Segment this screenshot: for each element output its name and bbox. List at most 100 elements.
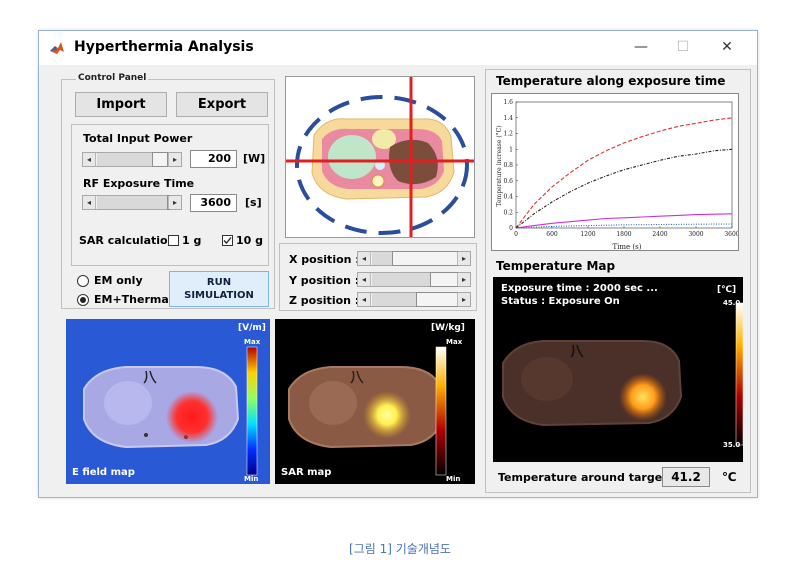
- y-tick-label: 1: [509, 146, 513, 153]
- chart-xlabel: Time (s): [613, 243, 642, 251]
- sar-min-label: Min: [446, 475, 461, 483]
- exposure-time-status: Exposure time : 2000 sec ...: [501, 283, 658, 294]
- x-position-label: X position :: [289, 253, 360, 266]
- slider-thumb[interactable]: [430, 272, 458, 287]
- minimize-icon[interactable]: —: [629, 37, 653, 57]
- slider-track: [372, 273, 430, 286]
- control-panel-label: Control Panel: [76, 73, 149, 83]
- chart-ylabel: Temperature increase (°C): [496, 125, 503, 206]
- em-thermal-label: EM+Thermal: [94, 293, 173, 306]
- series-line-1: [515, 117, 733, 229]
- slider-thumb[interactable]: [152, 152, 168, 167]
- rf-exposure-time-label: RF Exposure Time: [83, 177, 195, 190]
- y-tick-label: 1.2: [503, 131, 513, 138]
- efield-map[interactable]: [V/m] Max Min E field map: [66, 319, 270, 484]
- em-only-label: EM only: [94, 274, 143, 287]
- z-position-label: Z position :: [289, 294, 360, 307]
- slider-thumb[interactable]: [416, 292, 458, 307]
- temperature-chart-svg: 0 600 1200 1800 2400 3000 3600 0 0.2 0.4 0.6 0.8 1 1.…: [496, 99, 739, 251]
- y-tick-label: 0.8: [503, 162, 513, 169]
- slider-thumb[interactable]: [392, 251, 458, 266]
- x-tick-label: 1800: [616, 231, 631, 238]
- anatomy-cross-section: [286, 77, 474, 237]
- slider-right-arrow-icon[interactable]: ▸: [457, 273, 470, 286]
- x-position-slider[interactable]: ◂ ▸: [357, 251, 471, 266]
- temperature-min-label: 35.0: [723, 441, 741, 449]
- sar-10g-label: 10 g: [236, 234, 264, 247]
- simulation-label: SIMULATION: [184, 290, 254, 301]
- slider-track: [372, 293, 416, 306]
- x-tick-label: 3600: [724, 231, 739, 238]
- y-position-slider[interactable]: ◂ ▸: [357, 272, 471, 287]
- slider-left-arrow-icon[interactable]: ◂: [358, 273, 371, 286]
- efield-min-label: Min: [244, 475, 259, 483]
- efield-max-label: Max: [244, 338, 261, 346]
- target-temperature-unit: ℃: [722, 470, 737, 484]
- x-tick-label: 600: [546, 231, 558, 238]
- slider-right-arrow-icon[interactable]: ▸: [457, 293, 470, 306]
- slider-right-arrow-icon[interactable]: ▸: [168, 196, 181, 209]
- exposure-time-unit: [s]: [245, 196, 262, 209]
- cross-section-view[interactable]: [285, 76, 475, 238]
- temperature-chart: 0 600 1200 1800 2400 3000 3600 0 0.2 0.4 0.6 0.8 1 1.…: [491, 93, 739, 251]
- temperature-chart-title: Temperature along exposure time: [496, 74, 726, 88]
- sar-max-label: Max: [446, 338, 463, 346]
- em-thermal-radio[interactable]: [77, 294, 89, 306]
- slider-right-arrow-icon[interactable]: ▸: [168, 153, 181, 166]
- title-bar: Hyperthermia Analysis — ☐ ✕: [39, 31, 757, 65]
- exposure-time-slider[interactable]: ◂ ▸: [82, 195, 182, 210]
- import-button[interactable]: Import: [75, 92, 167, 117]
- y-tick-label: 1.6: [503, 99, 513, 106]
- chart-frame: [515, 101, 733, 229]
- slider-left-arrow-icon[interactable]: ◂: [83, 196, 96, 209]
- sar-1g-checkbox[interactable]: [168, 235, 179, 246]
- exposure-status: Status : Exposure On: [501, 296, 620, 307]
- app-window: Hyperthermia Analysis — ☐ ✕ Control Pane…: [38, 30, 758, 498]
- total-input-power-label: Total Input Power: [83, 132, 193, 145]
- em-only-radio[interactable]: [77, 275, 89, 287]
- target-temperature-label: Temperature around target: [498, 471, 668, 484]
- x-tick-label: 1200: [580, 231, 595, 238]
- slider-track: [97, 196, 167, 209]
- series-line-3: [515, 213, 733, 229]
- efield-unit: [V/m]: [238, 323, 266, 333]
- slider-right-arrow-icon[interactable]: ▸: [457, 252, 470, 265]
- temperature-max-label: 45.0: [723, 299, 741, 307]
- efield-image: [83, 346, 258, 476]
- z-position-slider[interactable]: ◂ ▸: [357, 292, 471, 307]
- target-temperature-value: 41.2: [662, 467, 710, 487]
- close-icon[interactable]: ✕: [715, 37, 739, 57]
- run-simulation-button[interactable]: RUN SIMULATION: [169, 271, 269, 307]
- sar-calculation-label: SAR calculation: [79, 234, 176, 247]
- temperature-map-title: Temperature Map: [496, 259, 616, 273]
- y-position-label: Y position :: [289, 274, 360, 287]
- x-tick-label: 0: [514, 231, 518, 238]
- sar-10g-checkbox[interactable]: [222, 235, 233, 246]
- exposure-time-input[interactable]: 3600: [190, 194, 237, 212]
- x-tick-label: 3000: [688, 231, 703, 238]
- y-tick-label: 0.4: [503, 194, 513, 201]
- temperature-map[interactable]: Exposure time : 2000 sec ... Status : Ex…: [493, 277, 743, 462]
- window-title: Hyperthermia Analysis: [74, 39, 254, 55]
- series-line-2: [515, 148, 733, 229]
- sar-1g-label: 1 g: [182, 234, 202, 247]
- sar-map[interactable]: [W/kg] Max Min SAR map: [275, 319, 475, 484]
- checkmark-icon: [223, 237, 232, 244]
- run-label: RUN: [206, 277, 232, 288]
- x-tick-label: 2400: [652, 231, 667, 238]
- slider-track: [97, 153, 152, 166]
- y-tick-label: 0: [509, 225, 513, 232]
- sar-map-label: SAR map: [281, 467, 332, 478]
- export-button[interactable]: Export: [176, 92, 268, 117]
- slider-left-arrow-icon[interactable]: ◂: [358, 293, 371, 306]
- slider-left-arrow-icon[interactable]: ◂: [83, 153, 96, 166]
- power-unit: [W]: [243, 152, 266, 165]
- sar-image: [288, 346, 447, 476]
- power-input[interactable]: 200: [190, 150, 237, 168]
- slider-track: [372, 252, 392, 265]
- matlab-icon: [49, 40, 65, 56]
- maximize-icon[interactable]: ☐: [671, 37, 695, 57]
- y-tick-label: 1.4: [503, 115, 513, 122]
- slider-left-arrow-icon[interactable]: ◂: [358, 252, 371, 265]
- power-slider[interactable]: ◂ ▸: [82, 152, 182, 167]
